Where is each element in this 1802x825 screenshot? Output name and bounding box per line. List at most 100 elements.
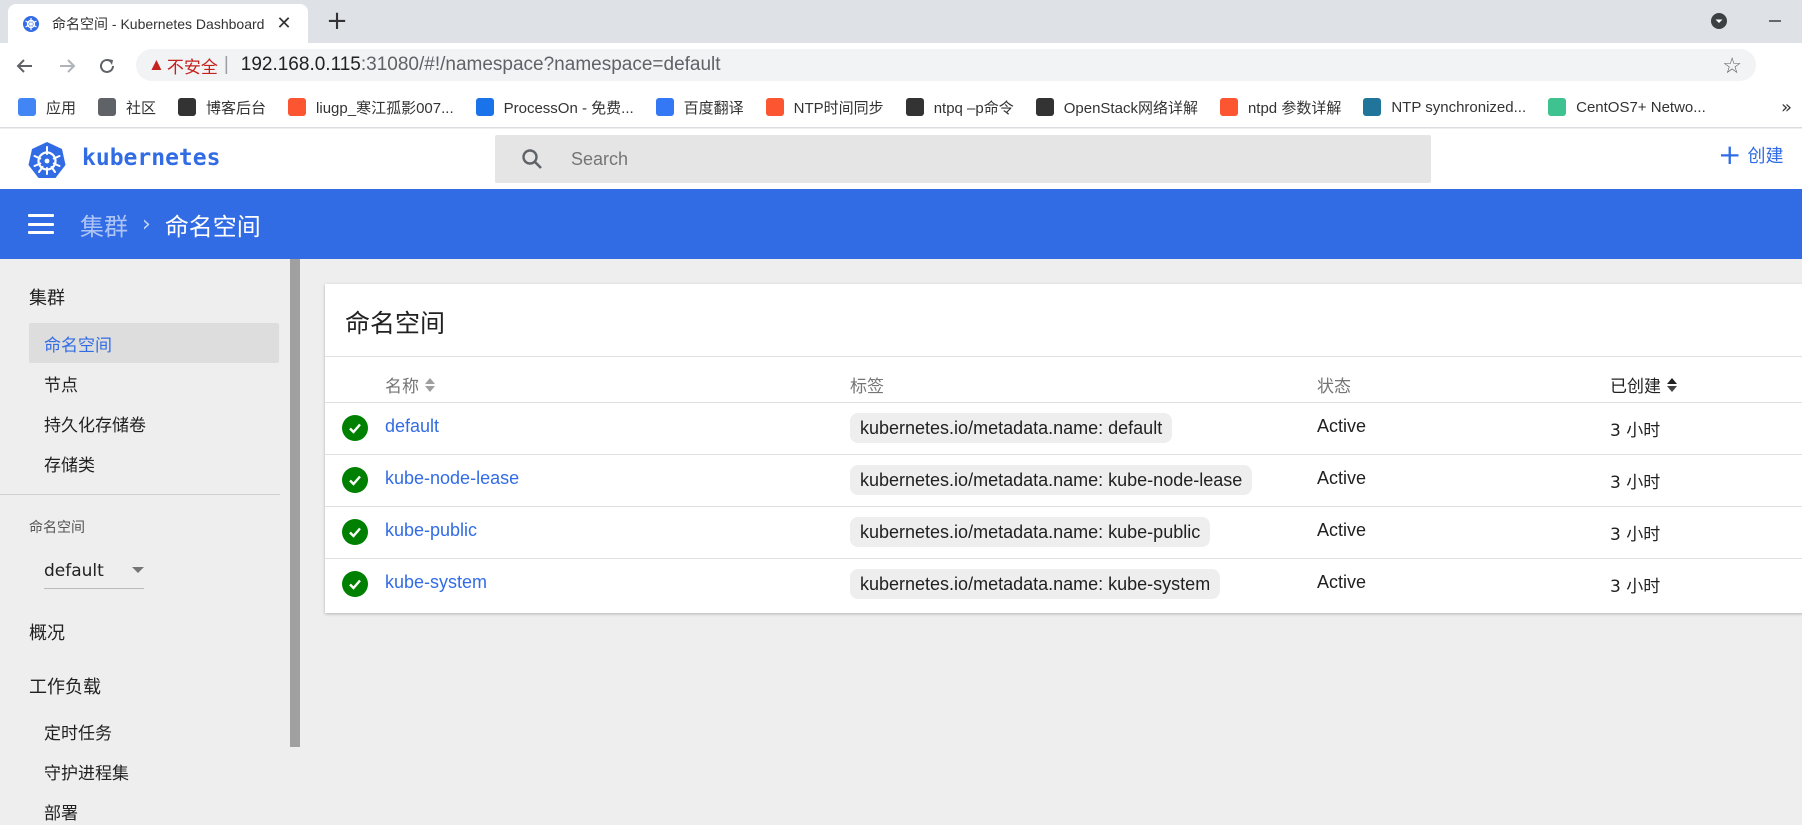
column-header-labels: 标签 <box>850 377 884 397</box>
csdn-icon <box>288 98 307 116</box>
status-text: Active <box>1317 416 1367 436</box>
bookmark-item[interactable]: ntpq –p命令 <box>905 97 1014 118</box>
wordpress-icon <box>1363 98 1382 116</box>
bookmark-label: NTP synchronized... <box>1391 98 1527 116</box>
bookmark-item[interactable]: 博客后台 <box>178 97 266 118</box>
bookmark-star-icon[interactable]: ☆ <box>1722 53 1742 79</box>
insecure-label: 不安全 <box>166 57 218 77</box>
csdn-icon <box>765 98 784 116</box>
search-input[interactable]: Search <box>495 135 1431 183</box>
globe-icon <box>98 98 117 116</box>
reload-icon[interactable] <box>92 51 122 81</box>
bookmark-label: 博客后台 <box>206 99 267 117</box>
created-age: 3 小时 <box>1610 525 1661 545</box>
search-placeholder: Search <box>571 148 629 169</box>
bookmark-green-icon <box>1548 98 1567 116</box>
bookmark-item[interactable]: NTP时间同步 <box>765 97 884 118</box>
cnblogs-icon <box>178 98 197 116</box>
namespace-name-link[interactable]: kube-node-lease <box>385 468 519 489</box>
bookmark-label: ProcessOn - 免费... <box>503 99 634 117</box>
browser-tab-strip: 命名空间 - Kubernetes Dashboard ✕ + <box>0 0 1802 43</box>
create-label: 创建 <box>1747 146 1784 167</box>
csdn-icon <box>1219 98 1238 116</box>
browser-tab[interactable]: 命名空间 - Kubernetes Dashboard ✕ <box>8 4 308 43</box>
bookmark-label: 应用 <box>46 99 77 117</box>
column-header-status: 状态 <box>1317 377 1351 397</box>
check-circle-icon <box>342 415 368 441</box>
bookmark-item[interactable]: CentOS7+ Netwo... <box>1548 98 1706 116</box>
bookmarks-bar: 应用 社区 博客后台 liugp_寒江孤影007... ProcessOn - 免费..… <box>0 87 1802 128</box>
tab-close-icon[interactable]: ✕ <box>272 12 296 36</box>
processon-icon <box>475 98 494 116</box>
sidebar-section-workloads[interactable]: 工作负载 <box>29 673 101 699</box>
address-bar[interactable]: ▲ 不安全 | 192.168.0.115 :31080/#!/namespac… <box>136 49 1756 81</box>
bookmark-item[interactable]: OpenStack网络详解 <box>1035 97 1198 118</box>
created-age: 3 小时 <box>1610 421 1661 441</box>
breadcrumb-bar: 集群 › 命名空间 <box>0 189 1802 259</box>
brand-name[interactable]: kubernetes <box>82 145 220 171</box>
bookmark-label: ntpq –p命令 <box>933 99 1014 117</box>
minimize-icon[interactable] <box>1762 8 1788 34</box>
tab-search-icon[interactable] <box>1706 8 1732 34</box>
dropdown-arrow-icon <box>132 567 144 573</box>
bookmark-label: NTP时间同步 <box>793 99 884 117</box>
sidebar-item-cronjobs[interactable]: 定时任务 <box>29 711 279 751</box>
sidebar-item-storage-classes[interactable]: 存储类 <box>29 443 279 483</box>
check-circle-icon <box>342 571 368 597</box>
bookmark-label: liugp_寒江孤影007... <box>316 99 454 117</box>
new-tab-icon[interactable]: + <box>322 6 352 36</box>
status-text: Active <box>1317 572 1367 592</box>
sidebar-item-nodes[interactable]: 节点 <box>29 363 279 403</box>
omnibox-separator: | <box>223 54 229 75</box>
label-chip: kubernetes.io/metadata.name: default <box>850 413 1173 443</box>
status-text: Active <box>1317 520 1367 540</box>
namespace-name-link[interactable]: kube-system <box>385 572 487 593</box>
table-row: kube-node-lease kubernetes.io/metadata.na… <box>325 454 1802 505</box>
sidebar-item-namespaces[interactable]: 命名空间 <box>29 323 279 363</box>
back-icon[interactable] <box>10 51 40 81</box>
forward-icon[interactable] <box>52 51 82 81</box>
search-icon <box>522 149 542 169</box>
bookmark-item[interactable]: 社区 <box>98 97 156 118</box>
chevron-right-icon: › <box>142 211 151 237</box>
breadcrumb-parent[interactable]: 集群 <box>80 207 128 242</box>
bookmark-item[interactable]: liugp_寒江孤影007... <box>288 97 454 118</box>
table-row: default kubernetes.io/metadata.name: defa… <box>325 402 1802 453</box>
label-chip: kubernetes.io/metadata.name: kube-system <box>850 569 1221 599</box>
created-age: 3 小时 <box>1610 577 1661 597</box>
kubernetes-favicon-icon <box>23 15 39 32</box>
column-header-name[interactable]: 名称 <box>385 372 435 397</box>
bookmark-item[interactable]: ntpd 参数详解 <box>1219 97 1341 118</box>
bookmark-item[interactable]: 应用 <box>18 97 76 118</box>
column-header-name-label: 名称 <box>385 377 419 397</box>
bookmark-item[interactable]: NTP synchronized... <box>1363 98 1526 116</box>
namespace-selector-label: 命名空间 <box>29 520 85 536</box>
plus-icon: + <box>1718 138 1742 171</box>
url-path: :31080/#!/namespace?namespace=default <box>360 54 721 75</box>
namespace-name-link[interactable]: default <box>385 416 439 437</box>
bookmark-item[interactable]: ProcessOn - 免费... <box>475 97 634 118</box>
more-bookmarks-icon[interactable]: » <box>1781 97 1792 118</box>
sidebar-item-persistent-volumes[interactable]: 持久化存储卷 <box>29 403 279 443</box>
card-divider <box>325 356 1802 357</box>
warning-icon: ▲ <box>148 55 165 74</box>
kubernetes-logo-icon[interactable] <box>28 141 66 179</box>
bookmark-item[interactable]: 百度翻译 <box>655 97 744 118</box>
namespace-name-link[interactable]: kube-public <box>385 520 477 541</box>
cnblogs-icon <box>905 98 924 116</box>
sidebar-section-cluster[interactable]: 集群 <box>29 284 65 310</box>
column-header-created[interactable]: 已创建 <box>1610 372 1677 397</box>
create-button[interactable]: + 创建 <box>1718 141 1783 169</box>
baidu-translate-icon <box>655 98 674 116</box>
menu-icon[interactable] <box>28 214 54 234</box>
label-chip: kubernetes.io/metadata.name: kube-public <box>850 517 1211 547</box>
namespace-select[interactable]: default <box>44 553 144 589</box>
sidebar-scrollbar[interactable] <box>290 259 300 747</box>
sidebar-item-deployments[interactable]: 部署 <box>29 791 279 825</box>
bookmark-label: 百度翻译 <box>683 99 744 117</box>
sidebar-item-overview[interactable]: 概况 <box>29 619 65 645</box>
sidebar-item-daemonsets[interactable]: 守护进程集 <box>29 751 279 791</box>
namespaces-card: 命名空间 名称 标签 状态 已创建 default kubernetes.io/m… <box>325 284 1802 613</box>
app-header: kubernetes Search + 创建 <box>0 129 1802 189</box>
bookmark-label: OpenStack网络详解 <box>1063 99 1198 117</box>
